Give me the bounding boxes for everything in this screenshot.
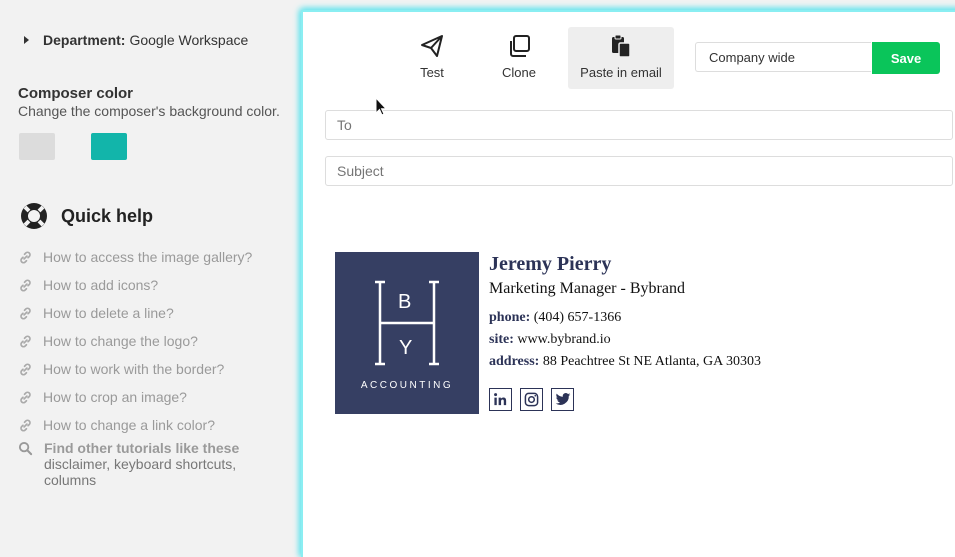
address-value: 88 Peachtree St NE Atlanta, GA 30303 bbox=[542, 354, 761, 369]
caret-right-icon bbox=[24, 36, 29, 44]
help-link[interactable]: How to change a link color? bbox=[18, 411, 252, 439]
company-logo[interactable]: B Y ACCOUNTING bbox=[335, 252, 479, 414]
help-link-label: How to access the image gallery? bbox=[43, 249, 253, 265]
phone-label: phone: bbox=[489, 310, 531, 325]
department-selector[interactable]: Department: Google Workspace bbox=[24, 32, 248, 48]
help-list: How to access the image gallery? How to … bbox=[18, 243, 252, 439]
logo-letter-b: B bbox=[398, 291, 412, 313]
link-icon bbox=[20, 419, 31, 431]
test-button[interactable]: Test bbox=[411, 27, 453, 89]
site-value: www.bybrand.io bbox=[517, 332, 611, 347]
site-label: site: bbox=[489, 332, 514, 347]
signature-phone[interactable]: phone: (404) 657-1366 bbox=[489, 310, 761, 326]
help-link[interactable]: How to crop an image? bbox=[18, 383, 252, 411]
help-link-label: How to work with the border? bbox=[43, 361, 225, 377]
linkedin-icon[interactable] bbox=[489, 388, 512, 411]
save-button[interactable]: Save bbox=[872, 42, 940, 74]
help-link-label: How to change the logo? bbox=[43, 333, 198, 349]
to-field[interactable] bbox=[325, 110, 953, 140]
find-tutorials-title: Find other tutorials like these bbox=[44, 440, 240, 456]
lifebuoy-icon bbox=[21, 203, 47, 229]
clone-icon bbox=[510, 35, 530, 57]
clone-button[interactable]: Clone bbox=[497, 27, 541, 89]
logo-text: ACCOUNTING bbox=[360, 380, 454, 391]
twitter-icon[interactable] bbox=[551, 388, 574, 411]
department-value: Google Workspace bbox=[129, 32, 249, 48]
help-link[interactable]: How to access the image gallery? bbox=[18, 243, 252, 271]
help-link[interactable]: How to change the logo? bbox=[18, 327, 252, 355]
find-tutorials-links: disclaimer, keyboard shortcuts, columns bbox=[44, 456, 237, 488]
quick-help-title: Quick help bbox=[61, 205, 154, 226]
help-link-label: How to add icons? bbox=[43, 277, 159, 293]
composer-panel: Test Clone Paste in email Save B bbox=[301, 10, 955, 557]
help-link-label: How to delete a line? bbox=[43, 305, 174, 321]
help-link[interactable]: How to delete a line? bbox=[18, 299, 252, 327]
instagram-icon[interactable] bbox=[520, 388, 543, 411]
link-icon bbox=[20, 251, 31, 263]
signature-address[interactable]: address: 88 Peachtree St NE Atlanta, GA … bbox=[489, 354, 761, 370]
help-link[interactable]: How to work with the border? bbox=[18, 355, 252, 383]
subject-field[interactable] bbox=[325, 156, 953, 186]
link-icon bbox=[20, 279, 31, 291]
phone-value: (404) 657-1366 bbox=[533, 310, 622, 325]
department-label: Department: bbox=[43, 32, 126, 48]
link-icon bbox=[20, 391, 31, 403]
paste-in-email-button[interactable]: Paste in email bbox=[568, 27, 674, 89]
signature-name[interactable]: Jeremy Pierry bbox=[489, 253, 761, 276]
composer-color-title: Composer color bbox=[18, 85, 134, 102]
mouse-cursor-icon bbox=[375, 97, 387, 116]
color-swatch-teal[interactable] bbox=[91, 133, 127, 160]
link-icon bbox=[20, 335, 31, 347]
composer-color-desc: Change the composer's background color. bbox=[18, 103, 280, 119]
find-tutorials[interactable]: Find other tutorials like these disclaim… bbox=[18, 440, 264, 488]
paper-plane-icon bbox=[421, 35, 443, 57]
test-label: Test bbox=[420, 65, 444, 80]
help-link-label: How to crop an image? bbox=[43, 389, 187, 405]
help-link-label: How to change a link color? bbox=[43, 417, 215, 433]
scope-input[interactable] bbox=[695, 42, 871, 72]
search-icon bbox=[18, 441, 33, 456]
signature-info: Jeremy Pierry Marketing Manager - Bybran… bbox=[489, 252, 761, 411]
quick-help-header: Quick help bbox=[20, 202, 153, 230]
link-icon bbox=[20, 363, 31, 375]
clipboard-icon bbox=[612, 34, 631, 58]
link-icon bbox=[20, 307, 31, 319]
signature-title[interactable]: Marketing Manager - Bybrand bbox=[489, 280, 761, 298]
help-link[interactable]: How to add icons? bbox=[18, 271, 252, 299]
social-icons bbox=[489, 388, 761, 411]
clone-label: Clone bbox=[502, 65, 536, 80]
paste-label: Paste in email bbox=[580, 65, 662, 80]
color-swatch-grey[interactable] bbox=[19, 133, 55, 160]
sidebar: Department: Google Workspace Composer co… bbox=[0, 0, 300, 545]
signature-site[interactable]: site: www.bybrand.io bbox=[489, 332, 761, 348]
logo-letter-y: Y bbox=[399, 337, 413, 359]
address-label: address: bbox=[489, 354, 540, 369]
